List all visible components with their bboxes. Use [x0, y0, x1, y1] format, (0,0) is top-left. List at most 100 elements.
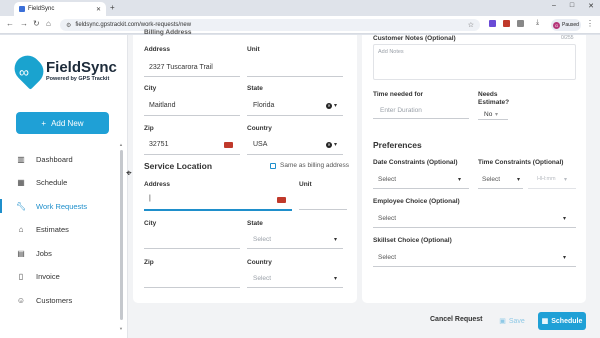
service-country-select[interactable]: Select — [253, 275, 271, 282]
chevron-down-icon[interactable]: ▾ — [334, 275, 337, 282]
chevron-down-icon[interactable]: ▾ — [564, 176, 567, 183]
profile-button[interactable]: G Paused — [551, 19, 581, 31]
clear-icon[interactable]: ✕ — [326, 103, 332, 109]
customer-notes-label: Customer Notes (Optional) — [373, 35, 456, 42]
service-zip-field[interactable] — [144, 287, 240, 288]
download-icon[interactable]: ⤓ — [536, 19, 539, 27]
sidebar-item-label: Invoice — [36, 271, 60, 281]
close-icon[interactable]: ✕ — [96, 6, 101, 13]
chevron-down-icon[interactable]: ▾ — [334, 141, 337, 148]
autofill-icon[interactable] — [277, 197, 286, 203]
billing-country-label: Country — [247, 125, 272, 132]
minimize-icon[interactable]: – — [552, 2, 556, 10]
avatar: G — [553, 21, 560, 29]
scroll-down-icon[interactable]: ▼ — [119, 326, 123, 331]
billing-address-field[interactable]: 2327 Tuscarora Trail — [149, 64, 213, 71]
close-window-icon[interactable]: ✕ — [588, 2, 594, 10]
address-bar: ← → ↻ ⌂ ⚙ fieldsync.gpstrackit.com/work-… — [0, 16, 600, 34]
date-constraints-label: Date Constraints (Optional) — [373, 159, 458, 166]
chevron-down-icon[interactable]: ▾ — [563, 254, 566, 261]
billing-state-select[interactable]: Florida — [253, 102, 274, 109]
service-state-select[interactable]: Select — [253, 236, 271, 243]
add-new-button[interactable]: + Add New — [16, 112, 109, 134]
users-icon: ☺ — [16, 295, 26, 305]
time-constraints-time[interactable]: HH:mm — [537, 176, 556, 182]
browser-tab[interactable]: FieldSync ✕ — [14, 2, 106, 16]
home-icon[interactable]: ⌂ — [46, 19, 51, 28]
back-icon[interactable]: ← — [6, 19, 14, 28]
sidebar-item-schedule[interactable]: ▦ Schedule — [16, 175, 67, 189]
scroll-up-icon[interactable]: ▲ — [119, 142, 123, 147]
same-as-billing-label[interactable]: Same as billing address — [280, 162, 349, 169]
sidebar-item-jobs[interactable]: ▤ Jobs — [16, 246, 52, 260]
employee-choice-select[interactable]: Select — [378, 215, 396, 222]
cancel-request-button[interactable]: Cancel Request — [430, 316, 483, 323]
chevron-down-icon[interactable]: ▾ — [563, 215, 566, 222]
logo[interactable]: FieldSync Powered by GPS Trackit — [9, 50, 117, 90]
briefcase-icon: ▤ — [17, 248, 25, 258]
service-address-field[interactable] — [144, 209, 292, 211]
chevron-down-icon[interactable]: ▾ — [334, 236, 337, 243]
underline — [247, 287, 343, 288]
service-state-label: State — [247, 220, 263, 227]
save-button[interactable]: ▣ Save — [493, 312, 531, 330]
sidebar-item-invoice[interactable]: ▯ Invoice — [16, 269, 60, 283]
sidebar-item-dashboard[interactable]: ▥ Dashboard — [16, 152, 72, 166]
extensions-puzzle-icon[interactable] — [517, 20, 524, 27]
chevron-down-icon[interactable]: ▾ — [517, 176, 520, 183]
profile-status: Paused — [562, 22, 579, 28]
service-city-field[interactable] — [144, 248, 240, 249]
billing-zip-label: Zip — [144, 125, 154, 132]
bookmark-star-icon[interactable]: ☆ — [468, 21, 474, 29]
needs-estimate-select[interactable]: No — [484, 111, 492, 118]
mouse-cursor-icon: ⌖ — [126, 168, 132, 179]
service-address-label: Address — [144, 181, 171, 188]
url-text: fieldsync.gpstrackit.com/work-requests/n… — [75, 22, 192, 28]
chevron-down-icon[interactable]: ▾ — [458, 176, 461, 183]
tab-title: FieldSync — [28, 6, 55, 12]
autofill-icon[interactable] — [224, 142, 233, 148]
date-constraints-select[interactable]: Select — [378, 176, 396, 183]
more-menu-icon[interactable]: ⋮ — [586, 19, 594, 28]
url-field[interactable]: ⚙ fieldsync.gpstrackit.com/work-requests… — [60, 19, 480, 31]
skillset-choice-select[interactable]: Select — [378, 254, 396, 261]
same-as-billing-checkbox[interactable] — [270, 163, 276, 169]
schedule-button[interactable]: ▦ Schedule — [538, 312, 586, 330]
customer-notes-textarea[interactable]: Add Notes — [373, 44, 576, 80]
time-needed-field[interactable]: Enter Duration — [380, 107, 422, 114]
sidebar-scrollbar[interactable] — [120, 150, 123, 320]
billing-address-label: Address — [144, 46, 171, 53]
sidebar-item-customers[interactable]: ☺ Customers — [16, 293, 72, 307]
extension-icon[interactable] — [503, 20, 510, 27]
sidebar-item-estimates[interactable]: ⌂ Estimates — [16, 222, 69, 236]
logo-name: FieldSync — [46, 58, 117, 76]
skillset-choice-label: Skillset Choice (Optional) — [373, 237, 452, 244]
save-icon: ▣ — [499, 318, 506, 325]
billing-country-select[interactable]: USA — [253, 141, 267, 148]
reload-icon[interactable]: ↻ — [33, 19, 40, 28]
time-constraints-select[interactable]: Select — [482, 176, 500, 183]
text-cursor: | — [149, 195, 151, 202]
billing-zip-field[interactable]: 32751 — [149, 141, 168, 148]
chevron-down-icon[interactable]: ▾ — [495, 111, 498, 118]
maximize-icon[interactable]: □ — [570, 2, 574, 10]
extension-icon[interactable] — [489, 20, 496, 27]
site-info-icon[interactable]: ⚙ — [66, 22, 71, 29]
favicon-icon — [19, 6, 25, 12]
billing-unit-field[interactable] — [247, 76, 343, 77]
clear-icon[interactable]: ✕ — [326, 142, 332, 148]
customer-notes-placeholder: Add Notes — [378, 49, 404, 55]
sidebar-item-work-requests[interactable]: 🔧︎ Work Requests — [16, 199, 87, 213]
new-tab-icon[interactable]: + — [110, 3, 115, 12]
service-unit-field[interactable] — [299, 209, 347, 210]
billing-header-partial: Billing Address — [144, 29, 192, 36]
time-constraints-label: Time Constraints (Optional) — [478, 159, 564, 166]
calendar-icon: ▦ — [541, 318, 549, 325]
billing-city-field[interactable]: Maitland — [149, 102, 175, 109]
underline — [373, 188, 469, 189]
time-needed-label: Time needed for — [373, 91, 424, 98]
underline — [373, 118, 469, 119]
chevron-down-icon[interactable]: ▾ — [334, 102, 337, 109]
document-icon: ▯ — [18, 271, 24, 281]
forward-icon[interactable]: → — [20, 19, 28, 28]
